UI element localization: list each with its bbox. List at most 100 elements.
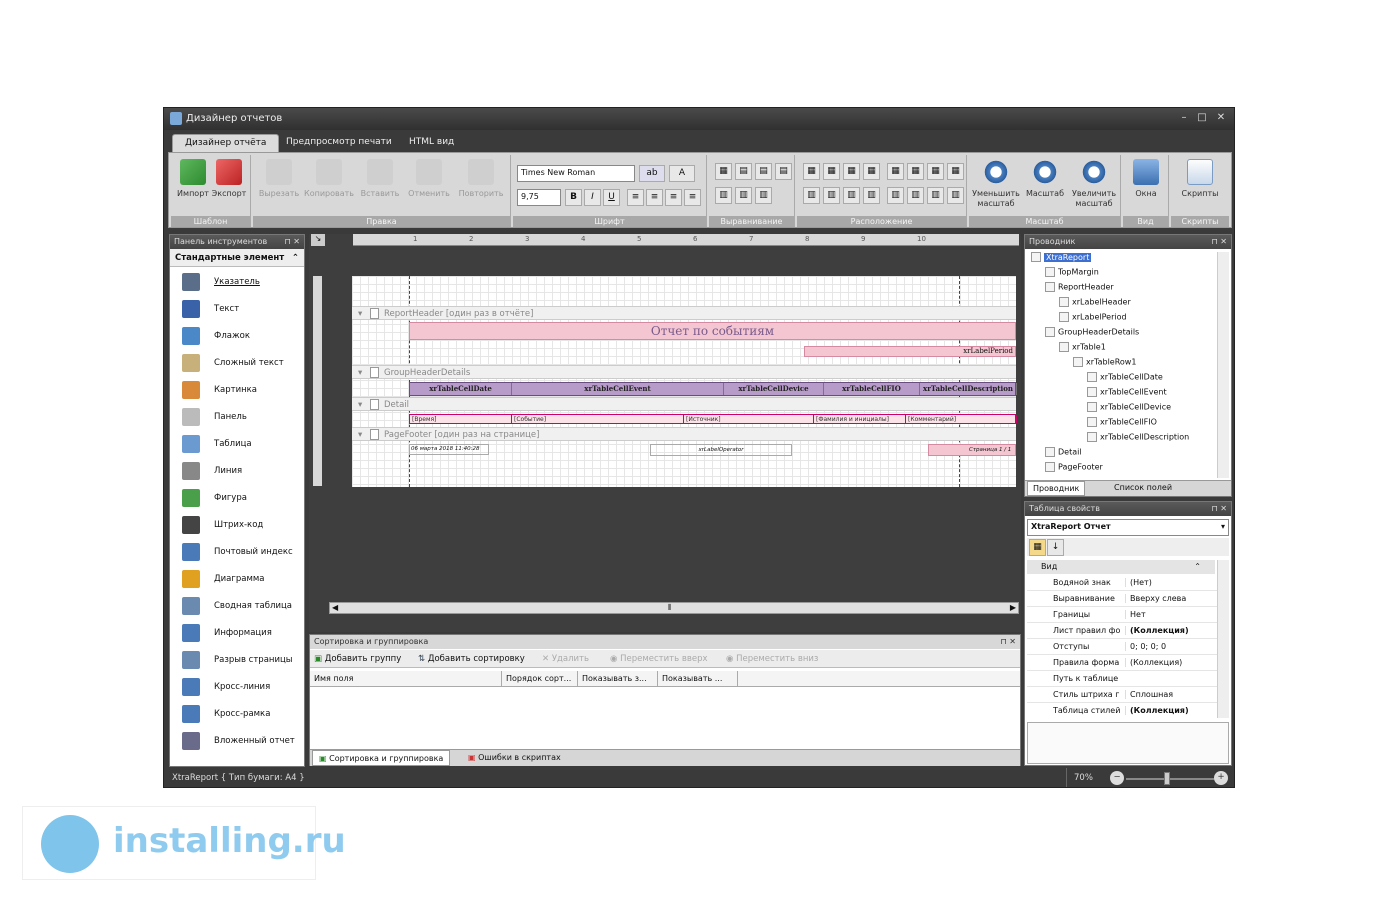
property-value[interactable]: Сплошная (1125, 690, 1217, 699)
explorer-close-icon[interactable]: ⊓ ✕ (1212, 237, 1228, 246)
header-cell[interactable]: xrTableCellFIO (824, 383, 920, 395)
justify-button[interactable]: ≡ (684, 189, 701, 206)
bold-button[interactable]: B (565, 189, 582, 206)
toolbox-item[interactable]: Разрыв страницы (170, 647, 304, 674)
windows-button[interactable]: Окна (1127, 159, 1165, 199)
toolbox-item[interactable]: Штрих-код (170, 512, 304, 539)
sort-column-header[interactable]: Имя поля (310, 671, 502, 686)
band-detail[interactable]: ▾ Detail (352, 397, 1016, 411)
scroll-thumb-icon[interactable]: ⦀ (668, 603, 672, 613)
tree-node[interactable]: PageFooter (1027, 462, 1217, 477)
period-label[interactable]: xrLabelPeriod (804, 346, 1016, 357)
font-color-button[interactable]: A (669, 165, 695, 182)
layout-btn-12[interactable]: ▥ (863, 187, 880, 204)
header-table-row[interactable]: xrTableCellDate xrTableCellEvent xrTableCe… (409, 382, 1017, 396)
header-cell[interactable]: xrTableCellEvent (512, 383, 724, 395)
cut-button[interactable]: Вырезать (257, 159, 301, 199)
tree-node[interactable]: xrTableRow1 (1027, 357, 1217, 372)
move-up-button[interactable]: ◉ Переместить вверх (610, 654, 708, 664)
horizontal-scrollbar[interactable]: ◀ ⦀ ▶ (329, 602, 1019, 614)
tree-node[interactable]: xrTableCellDate (1027, 372, 1217, 387)
property-row[interactable]: Путь к таблице (1027, 671, 1217, 687)
report-title-label[interactable]: Отчет по событиям (409, 322, 1016, 340)
ruler-corner-icon[interactable]: ↘ (311, 234, 325, 246)
tree-node[interactable]: xrTableCellEvent (1027, 387, 1217, 402)
tab-html[interactable]: HTML вид (397, 134, 466, 152)
layout-btn-6[interactable]: ▦ (907, 163, 924, 180)
props-close-icon[interactable]: ⊓ ✕ (1212, 504, 1228, 513)
band-group-header[interactable]: ▾ GroupHeaderDetails (352, 365, 1016, 379)
zoom-out-button[interactable]: Уменьшить масштаб (971, 159, 1021, 209)
object-selector[interactable]: XtraReport Отчет ▾ (1027, 519, 1229, 536)
toolbox-item[interactable]: Указатель (170, 269, 304, 296)
toolbox-item[interactable]: Флажок (170, 323, 304, 350)
property-value[interactable]: 0; 0; 0; 0 (1125, 642, 1217, 651)
tab-sorting[interactable]: ▣ Сортировка и группировка (312, 750, 451, 766)
sort-column-header[interactable]: Показывать з... (578, 671, 658, 686)
property-value[interactable]: (Коллекция) (1125, 658, 1217, 667)
same-height-button[interactable]: ▥ (755, 187, 772, 204)
alphabetical-icon[interactable]: ↓ (1047, 539, 1064, 556)
categorized-icon[interactable]: ▦ (1029, 539, 1046, 556)
undo-button[interactable]: Отменить (405, 159, 453, 199)
align-middle-button[interactable]: ▤ (755, 163, 772, 180)
sort-panel-close-icon[interactable]: ⊓ ✕ (1001, 637, 1017, 646)
layout-btn-16[interactable]: ▥ (947, 187, 964, 204)
underline-button[interactable]: U (603, 189, 620, 206)
import-button[interactable]: Импорт (175, 159, 211, 199)
toolbox-item[interactable]: Почтовый индекс (170, 539, 304, 566)
property-value[interactable]: (Нет) (1125, 578, 1217, 587)
property-row[interactable]: Таблица стилей (Коллекция) (1027, 703, 1217, 717)
detail-cell[interactable]: [Событие] (512, 415, 684, 423)
layout-btn-7[interactable]: ▦ (927, 163, 944, 180)
property-row[interactable]: Границы Нет (1027, 607, 1217, 623)
add-group-button[interactable]: ▣ Добавить группу (314, 654, 401, 664)
zoom-in-small-icon[interactable]: + (1214, 771, 1228, 785)
props-scrollbar[interactable] (1217, 560, 1229, 718)
collapse-arrow-icon[interactable]: ▾ (358, 309, 362, 319)
tree-node[interactable]: xrTable1 (1027, 342, 1217, 357)
detail-cell[interactable]: [Время] (410, 415, 512, 423)
detail-table-row[interactable]: [Время] [Событие] [Источник] [Фамилия и ини… (409, 414, 1017, 424)
collapse-arrow-icon[interactable]: ▾ (358, 368, 362, 378)
highlight-color-button[interactable]: ab (639, 165, 665, 182)
property-row[interactable]: Правила форма (Коллекция) (1027, 655, 1217, 671)
property-value[interactable]: (Коллекция) (1125, 706, 1217, 715)
property-value[interactable]: Нет (1125, 610, 1217, 619)
size-grid-button[interactable]: ▥ (715, 187, 732, 204)
property-row[interactable]: Выравнивание Вверху слева (1027, 591, 1217, 607)
delete-button[interactable]: ✕ Удалить (542, 654, 589, 664)
detail-cell[interactable]: [Фамилия и инициалы] (814, 415, 906, 423)
layout-btn-10[interactable]: ▥ (823, 187, 840, 204)
align-bottom-button[interactable]: ▤ (775, 163, 792, 180)
align-grid-button[interactable]: ▦ (715, 163, 732, 180)
redo-button[interactable]: Повторить (455, 159, 507, 199)
close-button[interactable]: ✕ (1214, 112, 1228, 123)
property-row[interactable]: Отступы 0; 0; 0; 0 (1027, 639, 1217, 655)
sort-column-header[interactable]: Порядок сорт... (502, 671, 578, 686)
property-row[interactable]: Водяной знак (Нет) (1027, 575, 1217, 591)
scripts-button[interactable]: Скрипты (1177, 159, 1223, 199)
tree-node[interactable]: GroupHeaderDetails (1027, 327, 1217, 342)
tab-explorer[interactable]: Проводник (1027, 481, 1086, 496)
zoom-slider-thumb[interactable] (1164, 772, 1170, 785)
add-sort-button[interactable]: ⇅ Добавить сортировку (418, 654, 525, 664)
toolbox-item[interactable]: Кросс-рамка (170, 701, 304, 728)
toolbox-item[interactable]: Сводная таблица (170, 593, 304, 620)
layout-btn-4[interactable]: ▦ (863, 163, 880, 180)
tree-node[interactable]: xrLabelHeader (1027, 297, 1217, 312)
toolbox-item[interactable]: Линия (170, 458, 304, 485)
toolbox-item[interactable]: Панель (170, 404, 304, 431)
zoom-in-button[interactable]: Увеличить масштаб (1069, 159, 1119, 209)
tree-node[interactable]: xrTableCellFIO (1027, 417, 1217, 432)
layout-btn-9[interactable]: ▥ (803, 187, 820, 204)
property-row[interactable]: Лист правил фо (Коллекция) (1027, 623, 1217, 639)
italic-button[interactable]: I (584, 189, 601, 206)
layout-btn-2[interactable]: ▦ (823, 163, 840, 180)
toolbox-close-icon[interactable]: ⊓ ✕ (285, 237, 301, 246)
toolbox-item[interactable]: Информация (170, 620, 304, 647)
tab-preview[interactable]: Предпросмотр печати (274, 134, 404, 152)
toolbox-item[interactable]: Вложенный отчет (170, 728, 304, 755)
tree-node[interactable]: TopMargin (1027, 267, 1217, 282)
align-top-button[interactable]: ▤ (735, 163, 752, 180)
